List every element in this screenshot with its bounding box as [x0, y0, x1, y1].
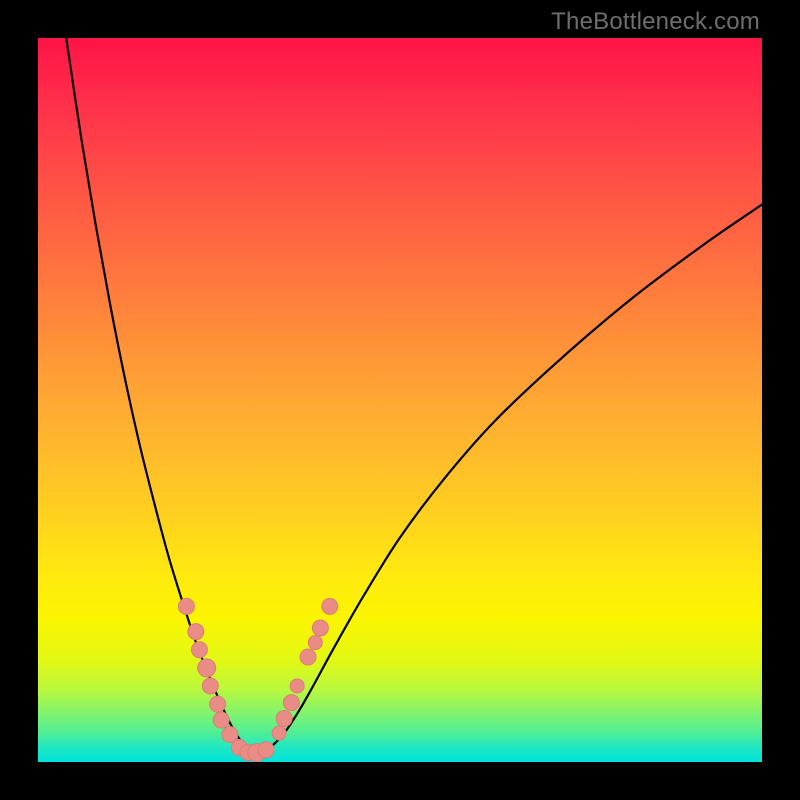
data-marker: [322, 598, 338, 614]
data-markers: [178, 598, 337, 761]
data-marker: [198, 659, 216, 677]
data-marker: [308, 636, 322, 650]
watermark-text: TheBottleneck.com: [551, 8, 760, 36]
bottleneck-curve: [66, 38, 762, 753]
data-marker: [283, 695, 299, 711]
data-marker: [290, 679, 304, 693]
data-marker: [191, 642, 207, 658]
data-marker: [210, 696, 226, 712]
data-marker: [272, 726, 286, 740]
data-marker: [178, 598, 194, 614]
data-marker: [213, 712, 229, 728]
curve-svg: [38, 38, 762, 762]
data-marker: [202, 678, 218, 694]
chart-frame: TheBottleneck.com: [0, 0, 800, 800]
data-marker: [312, 620, 328, 636]
plot-area: [38, 38, 762, 762]
data-marker: [258, 742, 274, 758]
data-marker: [276, 711, 292, 727]
data-marker: [188, 624, 204, 640]
data-marker: [300, 649, 316, 665]
